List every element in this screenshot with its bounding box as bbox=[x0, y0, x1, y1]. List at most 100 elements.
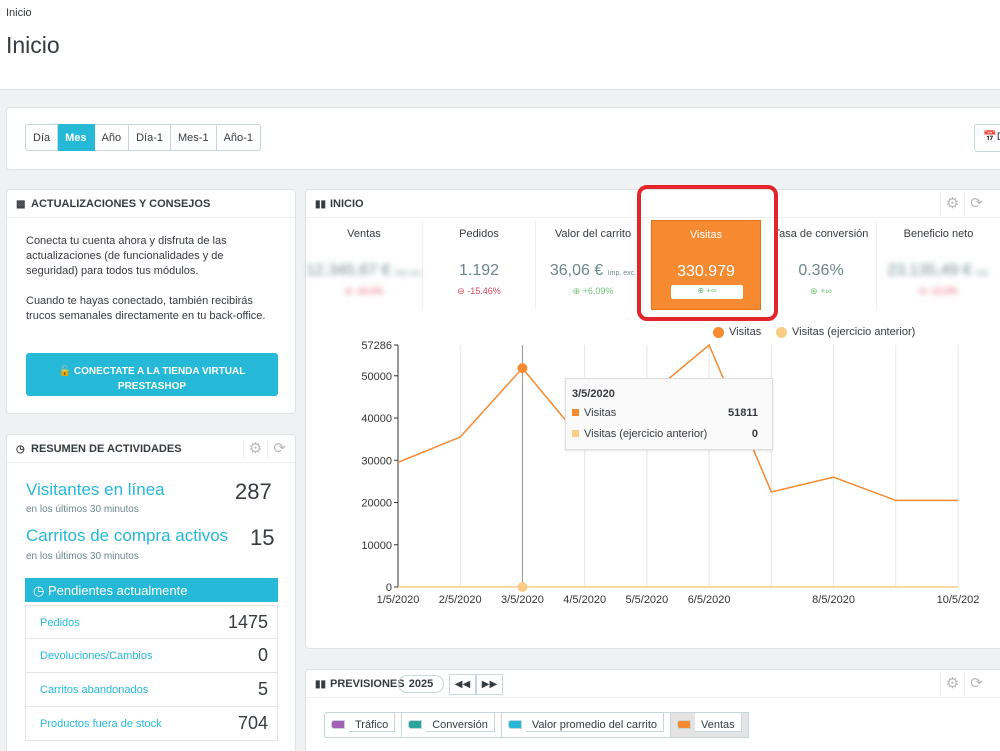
updates-paragraph-1: Conecta tu cuenta ahora y disfruta de la… bbox=[26, 235, 227, 277]
pending-label[interactable]: Devoluciones/Cambios bbox=[40, 650, 153, 662]
data-point[interactable] bbox=[517, 582, 528, 592]
active-carts-sub: en los últimos 30 minutos bbox=[26, 551, 139, 562]
pending-value: 5 bbox=[257, 679, 268, 699]
tooltip-date: 3/5/2020 bbox=[572, 388, 615, 400]
forecast-tab-label: Valor promedio del carrito bbox=[525, 712, 664, 732]
pending-label[interactable]: Pedidos bbox=[40, 617, 80, 629]
refresh-icon[interactable]: ⟳ bbox=[267, 439, 291, 459]
forecast-tools: ⚙ ⟳ bbox=[940, 674, 988, 694]
x-tick-label: 1/5/2020 bbox=[377, 594, 420, 606]
y-tick-label: 50000 bbox=[361, 371, 392, 383]
bar-chart-icon: ▮▮ bbox=[315, 199, 327, 210]
kpi-title: Tasa de conversión bbox=[773, 228, 869, 240]
kpi-delta: ⊕ +6,09% bbox=[536, 286, 650, 297]
forecast-tab[interactable]: Ventas bbox=[671, 712, 749, 738]
kpi-cell[interactable]: Tasa de conversión 0.36% ⊕ +∞ bbox=[766, 220, 877, 309]
bar-chart-icon: ▮▮ bbox=[315, 679, 327, 690]
forecast-tab[interactable]: Tráfico bbox=[324, 712, 403, 738]
tooltip-value: 51811 bbox=[728, 407, 758, 419]
gear-icon[interactable]: ⚙ bbox=[243, 439, 267, 459]
x-tick-label: 8/5/2020 bbox=[812, 594, 855, 606]
updates-panel-heading: ▩ Actualizaciones y consejos bbox=[7, 190, 295, 218]
kpi-cell[interactable]: Ventas 12.345,67 € Imp. exc. ⊖ -15,0% bbox=[306, 220, 423, 309]
pending-value: 1475 bbox=[227, 612, 268, 632]
forecast-tab-dot bbox=[677, 720, 691, 729]
gear-icon[interactable]: ⚙ bbox=[940, 674, 964, 694]
puzzle-icon: ▩ bbox=[16, 199, 26, 210]
dashboard-panel-title: Inicio bbox=[330, 198, 364, 210]
kpi-value: 23.135,49 € bbox=[887, 262, 972, 279]
clock-icon: ◷ bbox=[33, 583, 48, 598]
tooltip-label: Visitas bbox=[584, 407, 617, 419]
forecast-tabs: Tráfico Conversión Valor promedio del carr… bbox=[324, 712, 749, 738]
kpi-delta-value: +6,09% bbox=[582, 286, 614, 296]
calendar-icon: 📅 bbox=[983, 131, 997, 143]
y-tick-label: 0 bbox=[386, 582, 392, 594]
kpi-value: 1.192 bbox=[458, 262, 500, 279]
kpi-unit: Imp. exc. bbox=[607, 270, 637, 277]
next-icon[interactable]: ▶▶ bbox=[476, 674, 503, 695]
x-tick-label: 5/5/2020 bbox=[625, 594, 668, 606]
previous-icon[interactable]: ◀◀ bbox=[449, 674, 476, 695]
kpi-value-wrap: 0.36% bbox=[766, 262, 876, 280]
chart-tooltip: 3/5/2020 Visitas 51811 Visitas (ejercici… bbox=[565, 378, 773, 450]
kpi-cell[interactable]: Beneficio neto 23.135,49 € Imp. ⊖ -12,0% bbox=[877, 220, 1000, 309]
year-badge: 2025 bbox=[398, 675, 444, 693]
online-visitors-link[interactable]: Visitantes en línea bbox=[26, 480, 165, 500]
kpi-value-wrap: 23.135,49 € Imp. bbox=[877, 262, 1000, 280]
pending-row: Carritos abandonados 5 bbox=[25, 673, 278, 707]
kpi-delta-value: -12,0% bbox=[929, 286, 958, 296]
kpi-delta-value: +∞ bbox=[820, 286, 832, 296]
forecast-tab-dot bbox=[331, 720, 345, 729]
y-tick-label: 57286 bbox=[361, 340, 392, 352]
pending-value: 704 bbox=[237, 713, 268, 733]
y-tick-label: 30000 bbox=[361, 455, 392, 467]
minus-circle-icon: ⊖ bbox=[457, 286, 468, 296]
pending-row: Devoluciones/Cambios 0 bbox=[25, 639, 278, 673]
calendar-button[interactable]: 📅D bbox=[974, 124, 1000, 152]
forecast-tab[interactable]: Valor promedio del carrito bbox=[501, 712, 671, 738]
x-tick-label: 2/5/2020 bbox=[439, 594, 482, 606]
refresh-icon[interactable]: ⟳ bbox=[964, 194, 988, 214]
active-carts-link[interactable]: Carritos de compra activos bbox=[26, 526, 228, 546]
gear-icon[interactable]: ⚙ bbox=[940, 194, 964, 214]
period-button[interactable]: Día bbox=[25, 124, 59, 151]
tooltip-swatch bbox=[572, 430, 579, 437]
kpi-title: Valor del carrito bbox=[554, 228, 632, 240]
forecast-tab[interactable]: Conversión bbox=[402, 712, 502, 738]
dashboard-tools: ⚙ ⟳ bbox=[940, 194, 988, 214]
forecast-panel: ▮▮ Previsiones 2025 ◀◀ ▶▶ ⚙ ⟳ Tráfico Conv… bbox=[305, 669, 1000, 751]
updates-text: Conecta tu cuenta ahora y disfruta de la… bbox=[26, 234, 266, 339]
pending-list: Pedidos 1475 Devoluciones/Cambios 0 Carritos… bbox=[25, 605, 278, 741]
refresh-icon[interactable]: ⟳ bbox=[964, 674, 988, 694]
pending-title: Pendientes actualmente bbox=[47, 583, 188, 598]
x-tick-label: 4/5/2020 bbox=[563, 594, 606, 606]
kpi-title: Beneficio neto bbox=[903, 228, 974, 240]
updates-panel: ▩ Actualizaciones y consejos Conecta tu c… bbox=[6, 189, 296, 414]
page-title: Inicio bbox=[6, 32, 60, 58]
kpi-cell[interactable]: Valor del carrito 36,06 € Imp. exc. ⊕ +6,0… bbox=[536, 220, 651, 309]
period-button[interactable]: Año-1 bbox=[216, 124, 261, 151]
tooltip-value: 0 bbox=[751, 428, 758, 440]
highlight-annotation bbox=[637, 185, 778, 321]
minus-circle-icon: ⊖ bbox=[344, 286, 355, 296]
updates-paragraph-2: Cuando te hayas conectado, también recib… bbox=[26, 295, 266, 322]
kpi-unit: Imp. exc. bbox=[394, 270, 424, 277]
connect-store-button[interactable]: 🔓 Conectate a la tienda virtual PrestaSh… bbox=[26, 353, 278, 396]
period-toolbar: DíaMesAñoDía-1Mes-1Año-1 📅D bbox=[6, 107, 1000, 170]
minus-circle-icon: ⊖ bbox=[919, 286, 930, 296]
kpi-title: Pedidos bbox=[459, 228, 499, 240]
period-button[interactable]: Día-1 bbox=[129, 124, 172, 151]
y-tick-label: 10000 bbox=[361, 540, 392, 552]
kpi-value: 36,06 € bbox=[549, 262, 604, 279]
period-button[interactable]: Mes bbox=[58, 124, 95, 151]
online-visitors-count: 287 bbox=[235, 479, 272, 504]
breadcrumb[interactable]: Inicio bbox=[6, 7, 32, 19]
kpi-cell[interactable]: Pedidos 1.192 ⊖ -15.46% bbox=[423, 220, 536, 309]
kpi-unit: Imp. bbox=[976, 270, 990, 277]
pending-label[interactable]: Carritos abandonados bbox=[40, 684, 148, 696]
pending-label[interactable]: Productos fuera de stock bbox=[40, 718, 162, 730]
period-button[interactable]: Mes-1 bbox=[171, 124, 217, 151]
data-point[interactable] bbox=[517, 363, 528, 374]
period-button[interactable]: Año bbox=[94, 124, 130, 151]
